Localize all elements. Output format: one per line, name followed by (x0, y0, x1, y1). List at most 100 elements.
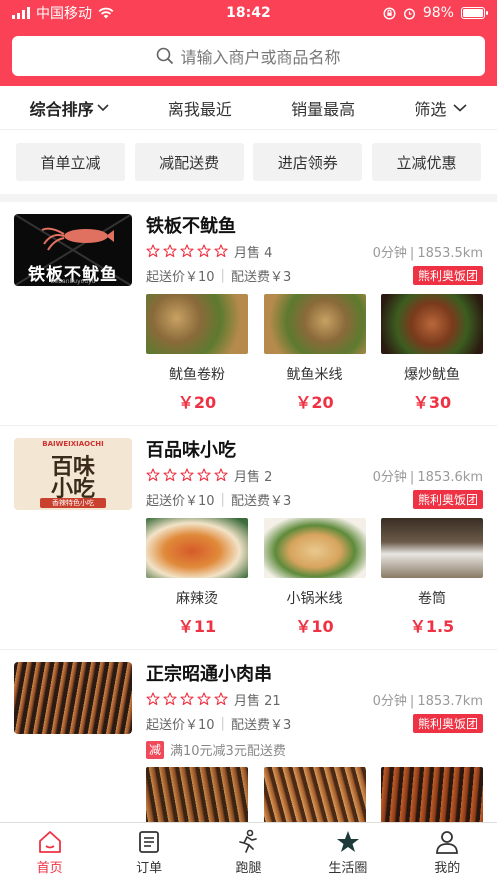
filter-label: 销量最高 (291, 99, 356, 119)
star-icon (197, 468, 211, 482)
tag-reduced-delivery[interactable]: 减配送费 (134, 143, 244, 181)
dish-image (263, 294, 366, 354)
logo-subtext: tiebanbuyouyu (50, 278, 96, 285)
delivery-time: 0分钟 (372, 469, 407, 485)
promo-text: 满10元减3元配送费 (170, 744, 286, 759)
tab-label: 跑腿 (235, 861, 262, 876)
dish-item[interactable]: 麻辣烫 ￥11 (146, 518, 248, 637)
tag-instant-discount[interactable]: 立减优惠 (371, 143, 481, 181)
dish-price: ￥11 (177, 617, 217, 636)
shop-name: 铁板不鱿鱼 (146, 216, 236, 237)
status-bar: 中国移动 18:42 98% (0, 0, 497, 26)
star-icon (146, 244, 160, 258)
promo-line: 减 满10元减3元配送费 (146, 740, 483, 759)
star-icon (214, 468, 228, 482)
dish-image (381, 294, 483, 354)
star-icon (180, 692, 194, 706)
dish-image (381, 518, 483, 578)
delivery-fee: 配送费￥3 (230, 717, 292, 733)
promo-tags: 首单立减 减配送费 进店领券 立减优惠 (0, 130, 497, 202)
filter-label: 离我最近 (167, 99, 232, 119)
dish-item[interactable] (381, 767, 483, 827)
filter-label: 综合排序 (29, 99, 94, 119)
runner-icon (239, 829, 258, 853)
chevron-down-icon (97, 103, 109, 111)
delivery-fee: 配送费￥3 (230, 269, 292, 285)
rotation-lock-icon (383, 6, 396, 20)
min-order: 起送价￥10 (146, 717, 215, 733)
shop-list: 铁板不鱿鱼 tiebanbuyouyu 铁板不鱿鱼 月售 4 0分钟 | 1853.… (0, 202, 497, 830)
delivery-time: 0分钟 (372, 245, 407, 261)
dish-image (146, 294, 248, 354)
brand-badge: 熊利奥饭团 (412, 265, 483, 285)
clock: 18:42 (226, 5, 271, 21)
monthly-sales: 月售 21 (234, 693, 281, 709)
filter-screen[interactable]: 筛选 (414, 96, 467, 120)
tab-orders[interactable]: 订单 (109, 823, 189, 883)
star-icon (336, 831, 359, 852)
dish-item[interactable]: 鱿鱼米线 ￥20 (263, 294, 366, 413)
search-placeholder: 请输入商户或商品名称 (180, 48, 341, 67)
dish-item[interactable]: 卷筒 ￥1.5 (381, 518, 483, 637)
rating-stars (146, 468, 228, 482)
tag-first-order-discount[interactable]: 首单立减 (16, 143, 125, 181)
tab-mine[interactable]: 我的 (407, 823, 487, 883)
star-icon (214, 692, 228, 706)
star-icon (163, 468, 177, 482)
dish-name: 鱿鱼卷粉 (169, 367, 225, 383)
shop-logo (14, 662, 132, 734)
delivery-fee: 配送费￥3 (230, 493, 292, 509)
tab-label: 首页 (36, 861, 63, 876)
search-icon (157, 47, 174, 65)
signal-icon (12, 7, 30, 19)
shop-card[interactable]: 正宗昭通小肉串 月售 21 0分钟 | 1853.7km 起送价￥10 | 配送费￥3 … (0, 650, 497, 830)
shop-name: 正宗昭通小肉串 (146, 664, 272, 685)
brand-badge: 熊利奥饭团 (412, 713, 483, 733)
distance: 1853.7km (417, 693, 483, 709)
search-bar: 请输入商户或商品名称 (0, 26, 497, 86)
tab-errand[interactable]: 跑腿 (208, 823, 288, 883)
dish-item[interactable] (263, 767, 366, 827)
star-icon (163, 692, 177, 706)
dish-image (146, 767, 248, 827)
star-icon (163, 244, 177, 258)
dish-item[interactable]: 爆炒鱿鱼 ￥30 (381, 294, 483, 413)
rating-stars (146, 692, 228, 706)
search-input[interactable]: 请输入商户或商品名称 (12, 36, 485, 76)
user-icon (436, 831, 459, 854)
tab-label: 订单 (136, 861, 163, 876)
tab-label: 我的 (434, 861, 461, 876)
shop-card[interactable]: 铁板不鱿鱼 tiebanbuyouyu 铁板不鱿鱼 月售 4 0分钟 | 1853.… (0, 202, 497, 426)
tab-label: 生活圈 (328, 861, 368, 876)
delivery-time: 0分钟 (372, 693, 407, 709)
shop-card[interactable]: BAIWEIXIAOCHI 百味 小吃 香辣特色小吃 百品味小吃 月售 2 0分… (0, 426, 497, 650)
filter-nearest[interactable]: 离我最近 (168, 96, 232, 120)
dish-item[interactable]: 鱿鱼卷粉 ￥20 (146, 294, 248, 413)
filter-label: 筛选 (414, 99, 447, 119)
shop-name: 百品味小吃 (146, 440, 236, 461)
carrier-label: 中国移动 (36, 6, 92, 22)
dish-price: ￥20 (177, 393, 217, 412)
tab-home[interactable]: 首页 (10, 823, 90, 883)
home-icon (38, 831, 61, 853)
tab-life-circle[interactable]: 生活圈 (308, 823, 388, 883)
dish-item[interactable]: 小锅米线 ￥10 (263, 518, 366, 637)
order-icon (139, 831, 159, 853)
dish-name: 小锅米线 (286, 591, 343, 607)
dish-price: ￥1.5 (409, 617, 455, 636)
dish-item[interactable] (146, 767, 248, 827)
rating-stars (146, 244, 228, 258)
discount-icon: 减 (146, 740, 164, 759)
star-icon (197, 692, 211, 706)
filter-comprehensive-sort[interactable]: 综合排序 (30, 96, 109, 120)
star-icon (214, 244, 228, 258)
tag-store-coupon[interactable]: 进店领券 (253, 143, 363, 181)
dish-name: 爆炒鱿鱼 (404, 367, 460, 383)
star-icon (197, 244, 211, 258)
shop-logo: BAIWEIXIAOCHI 百味 小吃 香辣特色小吃 (14, 438, 132, 510)
dish-image (263, 518, 366, 578)
filter-bar: 综合排序 离我最近 销量最高 筛选 (0, 86, 497, 130)
wifi-icon (98, 7, 114, 19)
filter-top-sales[interactable]: 销量最高 (291, 96, 355, 120)
dish-name: 麻辣烫 (176, 591, 218, 607)
